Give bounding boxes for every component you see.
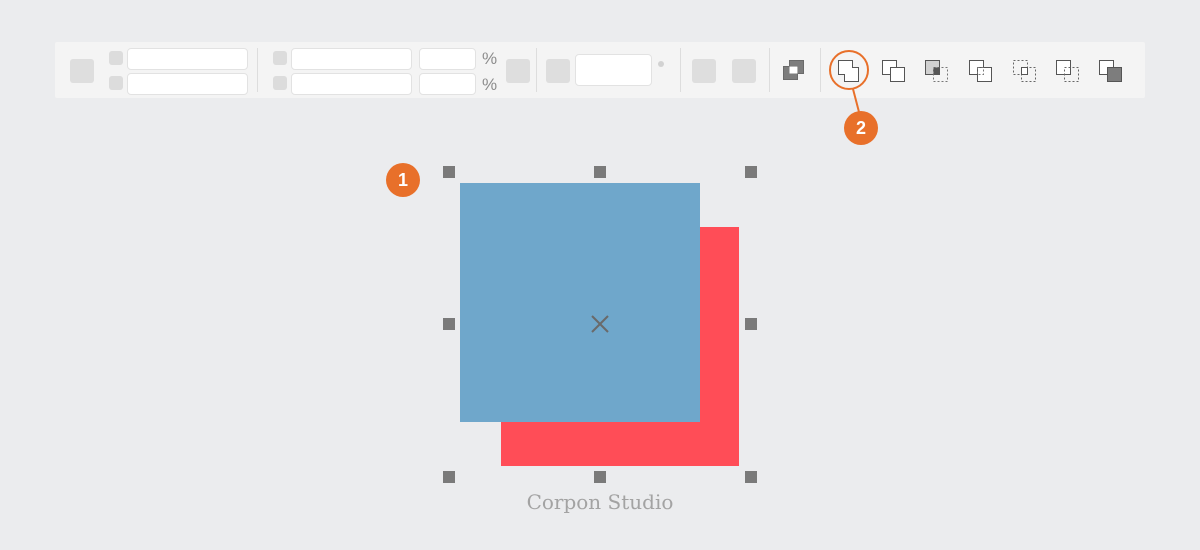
callout-badge-2: 2 [844,111,878,145]
resize-handle-top[interactable] [594,166,606,178]
front-square[interactable] [460,183,700,422]
watermark: Corpon Studio [526,490,674,514]
callout-badge-1: 1 [386,163,420,197]
resize-handle-top-right[interactable] [745,166,757,178]
resize-handle-bottom[interactable] [594,471,606,483]
x-icon[interactable] [588,312,612,336]
resize-handle-bottom-right[interactable] [745,471,757,483]
resize-handle-right[interactable] [745,318,757,330]
resize-handle-top-left[interactable] [443,166,455,178]
resize-handle-bottom-left[interactable] [443,471,455,483]
resize-handle-left[interactable] [443,318,455,330]
